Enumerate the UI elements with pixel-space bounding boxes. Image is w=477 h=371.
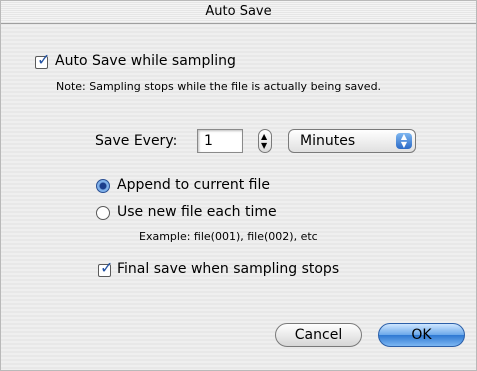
checkmark-icon: ✓ <box>100 258 114 277</box>
auto-save-checkbox[interactable]: ✓ <box>35 52 50 69</box>
example-text: Example: file(001), file(002), etc <box>139 230 318 243</box>
popup-arrows-icon: ▲ ▼ <box>396 133 412 149</box>
ok-button[interactable]: OK <box>378 323 465 347</box>
auto-save-label: Auto Save while sampling <box>55 53 236 69</box>
save-every-stepper[interactable]: ▲ ▼ <box>258 129 272 153</box>
final-save-checkbox[interactable]: ✓ <box>98 260 113 277</box>
cancel-button[interactable]: Cancel <box>275 323 362 347</box>
arrow-up-icon: ▲ <box>261 132 268 141</box>
final-save-label: Final save when sampling stops <box>117 261 340 277</box>
units-value: Minutes <box>300 133 356 149</box>
append-label: Append to current file <box>117 177 270 193</box>
auto-save-dialog: Auto Save ✓ Auto Save while sampling Not… <box>0 0 477 371</box>
new-file-label: Use new file each time <box>117 204 277 220</box>
new-file-radio[interactable] <box>96 206 110 220</box>
checkmark-icon: ✓ <box>37 50 51 69</box>
save-every-label: Save Every: <box>95 133 178 149</box>
note-text: Note: Sampling stops while the file is a… <box>56 80 382 93</box>
dialog-title: Auto Save <box>1 1 476 24</box>
save-every-input[interactable]: 1 <box>197 129 243 153</box>
append-radio[interactable] <box>96 179 110 193</box>
arrow-down-icon: ▼ <box>261 141 268 150</box>
units-popup[interactable]: Minutes ▲ ▼ <box>288 129 416 153</box>
